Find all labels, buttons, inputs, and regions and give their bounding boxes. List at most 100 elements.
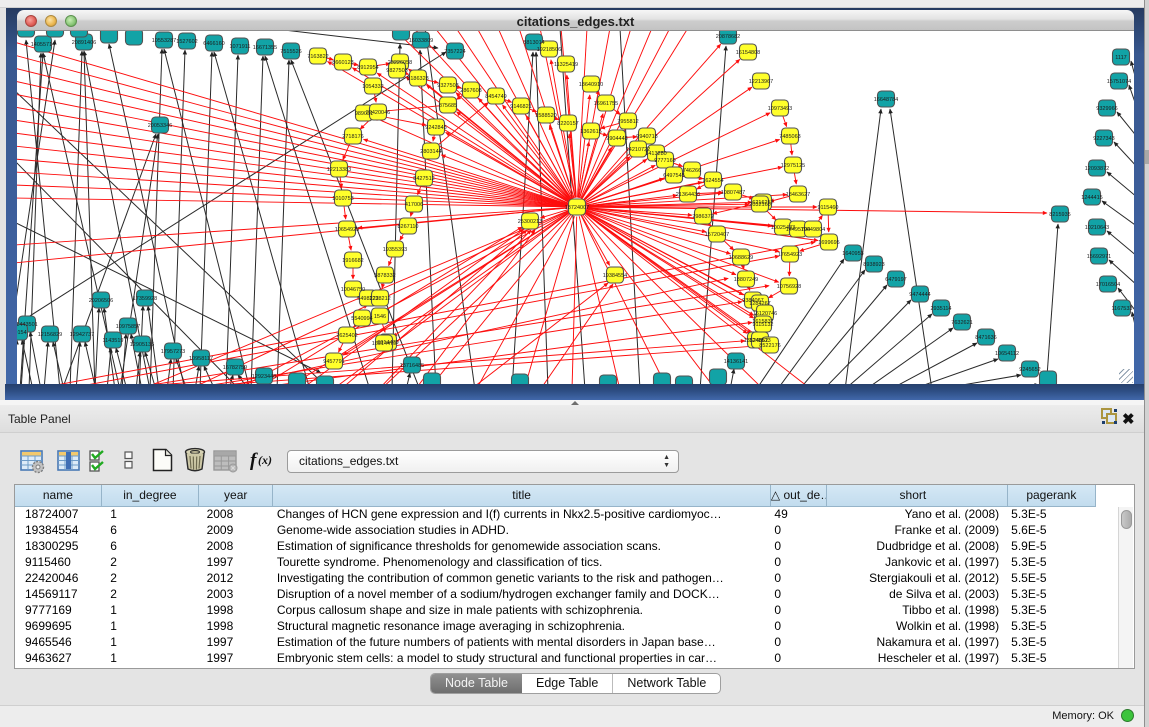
svg-text:1284267: 1284267 <box>749 301 770 307</box>
svg-text:8220157: 8220157 <box>557 121 578 127</box>
svg-text:16033809: 16033809 <box>409 38 433 44</box>
svg-text:7632621: 7632621 <box>951 320 972 326</box>
svg-text:15692971: 15692971 <box>1087 254 1111 260</box>
svg-text:20053346: 20053346 <box>148 123 172 129</box>
svg-text:18640910: 18640910 <box>579 82 603 88</box>
svg-text:16961755: 16961755 <box>594 101 618 107</box>
svg-text:2935114: 2935114 <box>930 306 951 312</box>
svg-text:20878682: 20878682 <box>716 34 740 40</box>
svg-text:8267110: 8267110 <box>397 224 418 230</box>
svg-text:10210643: 10210643 <box>1085 225 1109 231</box>
svg-text:23226058: 23226058 <box>388 60 412 66</box>
svg-text:8186328: 8186328 <box>407 76 428 82</box>
svg-text:9474444: 9474444 <box>909 292 930 298</box>
svg-text:14055714: 14055714 <box>31 42 55 48</box>
svg-text:8938923: 8938923 <box>863 262 884 268</box>
svg-text:1640953: 1640953 <box>842 251 863 257</box>
svg-text:6497545: 6497545 <box>663 173 684 179</box>
svg-text:1244415: 1244415 <box>1081 195 1102 201</box>
svg-text:7485063: 7485063 <box>779 134 800 140</box>
svg-text:5540994: 5540994 <box>351 316 372 322</box>
svg-text:11325419: 11325419 <box>554 62 578 68</box>
svg-text:8427512: 8427512 <box>413 176 434 182</box>
svg-text:8660123: 8660123 <box>332 60 353 66</box>
svg-text:17957273: 17957273 <box>161 349 185 355</box>
svg-text:2803144: 2803144 <box>420 149 441 155</box>
svg-text:20891406: 20891406 <box>72 40 96 46</box>
svg-text:12975125: 12975125 <box>781 163 805 169</box>
svg-text:16914479: 16914479 <box>372 341 396 347</box>
svg-text:10807487: 10807487 <box>721 190 745 196</box>
svg-text:18724007: 18724007 <box>565 205 589 211</box>
svg-text:10975857: 10975857 <box>116 324 140 330</box>
svg-text:9904448: 9904448 <box>606 136 627 142</box>
svg-text:1413280: 1413280 <box>645 151 666 157</box>
svg-text:19218506: 19218506 <box>537 47 561 53</box>
svg-text:12093872: 12093872 <box>1085 166 1109 172</box>
svg-text:9115132: 9115132 <box>752 322 773 328</box>
svg-text:8813014: 8813014 <box>523 40 544 46</box>
svg-text:8522176: 8522176 <box>759 343 780 349</box>
svg-text:1054332: 1054332 <box>362 84 383 90</box>
svg-text:1167533: 1167533 <box>1111 306 1132 312</box>
svg-text:9457791: 9457791 <box>323 359 344 365</box>
svg-text:10756928: 10756928 <box>777 284 801 290</box>
svg-text:5878332: 5878332 <box>374 273 395 279</box>
svg-text:12905135: 12905135 <box>130 342 154 348</box>
svg-text:2718176: 2718176 <box>342 134 363 140</box>
svg-text:12942737: 12942737 <box>70 332 94 338</box>
svg-text:16648784: 16648784 <box>874 97 898 103</box>
svg-text:1588520: 1588520 <box>535 113 556 119</box>
svg-text:12923448: 12923448 <box>252 374 276 380</box>
svg-text:9245652: 9245652 <box>1019 367 1040 373</box>
svg-text:1916682: 1916682 <box>342 258 363 264</box>
svg-text:10654112: 10654112 <box>995 351 1019 357</box>
svg-text:7986372: 7986372 <box>692 214 713 220</box>
svg-text:(x): (x) <box>258 453 272 467</box>
svg-text:14136141: 14136141 <box>724 359 748 365</box>
svg-text:12213967: 12213967 <box>749 79 773 85</box>
svg-text:1443501: 1443501 <box>17 322 38 328</box>
svg-text:7357224: 7357224 <box>444 49 465 55</box>
svg-text:9146821: 9146821 <box>510 104 531 110</box>
svg-text:15720407: 15720407 <box>705 232 729 238</box>
svg-text:417006: 417006 <box>405 202 423 208</box>
svg-text:10654925: 10654925 <box>335 227 359 233</box>
svg-text:21364436: 21364436 <box>676 192 700 198</box>
svg-text:9329966: 9329966 <box>1096 106 1117 112</box>
svg-text:6466160: 6466160 <box>203 41 224 47</box>
svg-text:16782759: 16782759 <box>223 365 247 371</box>
svg-text:17654923: 17654923 <box>778 252 802 258</box>
svg-text:18807249: 18807249 <box>734 277 758 283</box>
svg-text:18463627: 18463627 <box>786 192 810 198</box>
svg-text:9327503: 9327503 <box>437 83 458 89</box>
svg-text:8471636: 8471636 <box>975 335 996 341</box>
svg-text:39154: 39154 <box>17 330 27 336</box>
svg-text:1071911: 1071911 <box>229 44 250 50</box>
svg-text:8912954: 8912954 <box>357 65 378 71</box>
svg-text:1117: 1117 <box>1115 55 1126 61</box>
svg-text:875685: 875685 <box>439 103 457 109</box>
svg-text:f: f <box>250 450 258 471</box>
svg-text:25300213: 25300213 <box>518 219 542 225</box>
svg-text:1143519: 1143519 <box>102 338 123 344</box>
svg-text:17359928: 17359928 <box>133 296 157 302</box>
svg-text:7515526: 7515526 <box>280 49 301 55</box>
svg-text:9227343: 9227343 <box>1093 136 1114 142</box>
svg-text:8215935: 8215935 <box>1049 212 1070 218</box>
svg-text:19355393: 19355393 <box>383 247 407 253</box>
svg-text:22420046: 22420046 <box>366 110 390 116</box>
svg-text:9242845: 9242845 <box>425 125 446 131</box>
svg-text:10973493: 10973493 <box>768 106 792 112</box>
svg-text:10046750: 10046750 <box>341 287 365 293</box>
svg-text:20206506: 20206506 <box>89 298 113 304</box>
svg-text:1546: 1546 <box>374 314 386 320</box>
svg-text:6479197: 6479197 <box>885 277 906 283</box>
svg-text:9115460: 9115460 <box>817 205 838 211</box>
svg-text:12213383: 12213383 <box>327 167 351 173</box>
svg-text:16154808: 16154808 <box>736 50 760 56</box>
svg-text:10553287: 10553287 <box>152 38 176 44</box>
svg-text:2032160: 2032160 <box>749 202 770 208</box>
svg-text:9827503: 9827503 <box>386 68 407 74</box>
svg-text:1699695: 1699695 <box>818 240 839 246</box>
